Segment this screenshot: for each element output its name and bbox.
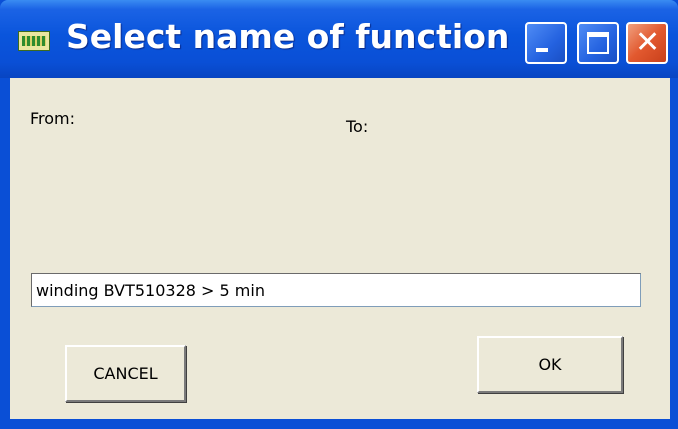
maximize-icon (587, 32, 609, 54)
window-title: Select name of function (66, 17, 510, 56)
app-icon (18, 31, 50, 51)
title-bar[interactable]: Select name of function ✕ (0, 0, 678, 78)
to-label: To: (346, 117, 369, 136)
close-icon: ✕ (635, 25, 661, 60)
minimize-icon (536, 48, 548, 52)
maximize-button[interactable] (577, 22, 619, 64)
function-name-input[interactable] (31, 273, 641, 307)
minimize-button[interactable] (525, 22, 567, 64)
cancel-button[interactable]: CANCEL (65, 345, 186, 402)
close-button[interactable]: ✕ (626, 22, 668, 64)
from-label: From: (30, 109, 76, 128)
ok-button[interactable]: OK (477, 336, 623, 393)
